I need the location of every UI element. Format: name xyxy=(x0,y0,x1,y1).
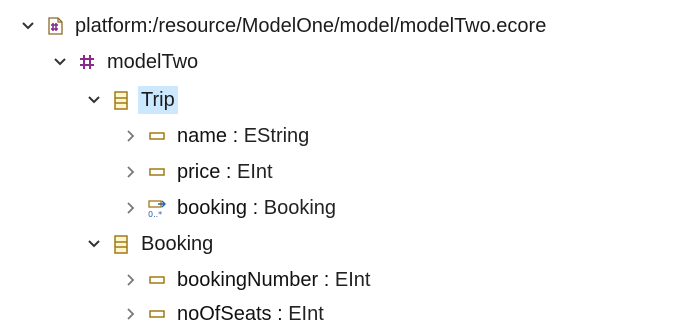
ecore-resource-icon xyxy=(44,15,66,37)
tree-row-package[interactable]: modelTwo xyxy=(50,44,201,80)
tree-row-attribute-bookingnumber[interactable]: bookingNumber : EInt xyxy=(120,262,373,298)
chevron-right-icon[interactable] xyxy=(120,304,140,324)
chevron-right-icon[interactable] xyxy=(120,126,140,146)
eclass-icon xyxy=(110,89,132,111)
package-label: modelTwo xyxy=(107,51,199,73)
class-label: Trip xyxy=(138,86,178,114)
chevron-down-icon[interactable] xyxy=(84,234,104,254)
eattribute-icon xyxy=(146,125,168,147)
tree-row-class-trip[interactable]: Trip xyxy=(84,82,178,118)
eattribute-icon xyxy=(146,269,168,291)
tree-row-attribute-price[interactable]: price : EInt xyxy=(120,154,276,190)
svg-text:0..*: 0..* xyxy=(148,210,162,219)
tree-row-attribute-name[interactable]: name : EString xyxy=(120,118,312,154)
feature-label: noOfSeats : EInt xyxy=(177,303,324,325)
epackage-icon xyxy=(76,51,98,73)
feature-label: booking : Booking xyxy=(177,197,337,219)
tree-row-class-booking[interactable]: Booking xyxy=(84,226,216,262)
ecore-tree-view[interactable]: platform:/resource/ModelOne/model/modelT… xyxy=(0,0,677,327)
eclass-icon xyxy=(110,233,132,255)
feature-label: price : EInt xyxy=(177,161,273,183)
chevron-down-icon[interactable] xyxy=(84,90,104,110)
chevron-right-icon[interactable] xyxy=(120,198,140,218)
eattribute-icon xyxy=(146,303,168,325)
tree-row-reference-booking[interactable]: 0..* booking : Booking xyxy=(120,190,339,226)
class-label: Booking xyxy=(141,233,214,255)
feature-label: name : EString xyxy=(177,125,310,147)
resource-label: platform:/resource/ModelOne/model/modelT… xyxy=(75,15,547,37)
feature-label: bookingNumber : EInt xyxy=(177,269,371,291)
tree-row-resource[interactable]: platform:/resource/ModelOne/model/modelT… xyxy=(18,8,549,44)
eattribute-icon xyxy=(146,161,168,183)
ereference-icon: 0..* xyxy=(146,197,168,219)
chevron-down-icon[interactable] xyxy=(18,16,38,36)
chevron-right-icon[interactable] xyxy=(120,162,140,182)
chevron-right-icon[interactable] xyxy=(120,270,140,290)
chevron-down-icon[interactable] xyxy=(50,52,70,72)
